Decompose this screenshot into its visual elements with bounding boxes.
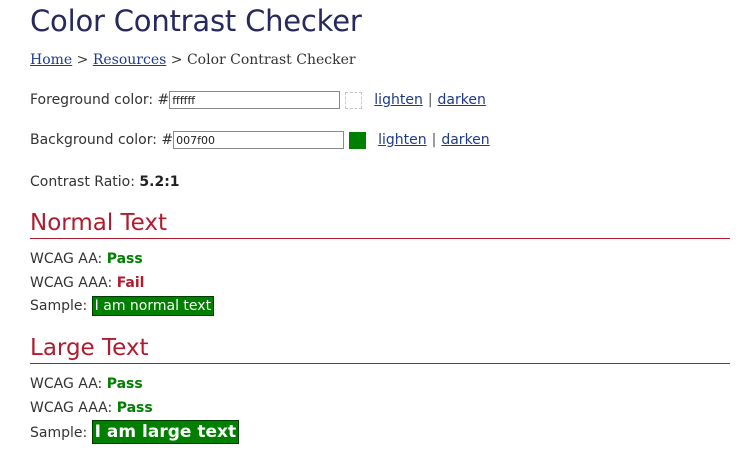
contrast-ratio: Contrast Ratio: 5.2:1 [30, 174, 180, 190]
large-wcag-aa-result: Pass [106, 376, 143, 392]
large-text-heading: Large Text [30, 335, 730, 364]
contrast-ratio-label: Contrast Ratio: [30, 174, 140, 190]
breadcrumb-separator: > [72, 52, 93, 68]
breadcrumb-resources-link[interactable]: Resources [93, 52, 166, 68]
normal-wcag-aa-row: WCAG AA: Pass [30, 251, 143, 267]
background-color-input[interactable] [173, 131, 345, 149]
large-wcag-aa-label: WCAG AA: [30, 376, 107, 392]
normal-sample-label: Sample: [30, 298, 92, 314]
normal-text-heading: Normal Text [30, 210, 730, 239]
breadcrumb-separator: > [166, 52, 187, 68]
background-darken-link[interactable]: darken [441, 132, 489, 148]
normal-wcag-aa-label: WCAG AA: [30, 251, 107, 267]
foreground-color-label: Foreground color: # [30, 92, 170, 108]
background-color-row: Background color: # lighten | darken [30, 131, 490, 149]
normal-sample-row: Sample: I am normal text [30, 296, 215, 316]
breadcrumb: Home > Resources > Color Contrast Checke… [30, 52, 356, 68]
large-text-sample: I am large text [91, 420, 240, 444]
large-wcag-aaa-result: Pass [116, 400, 153, 416]
large-wcag-aa-row: WCAG AA: Pass [30, 376, 143, 392]
normal-wcag-aa-result: Pass [106, 251, 143, 267]
foreground-lighten-link[interactable]: lighten [374, 92, 423, 108]
link-separator: | [431, 132, 437, 148]
foreground-color-input[interactable] [169, 91, 341, 109]
large-sample-row: Sample: I am large text [30, 420, 240, 444]
contrast-ratio-value: 5.2:1 [139, 174, 180, 190]
large-wcag-aaa-label: WCAG AAA: [30, 400, 117, 416]
normal-wcag-aaa-row: WCAG AAA: Fail [30, 275, 144, 291]
normal-text-sample: I am normal text [91, 296, 215, 316]
foreground-darken-link[interactable]: darken [438, 92, 486, 108]
background-color-label: Background color: # [30, 132, 174, 148]
large-sample-label: Sample: [30, 425, 92, 441]
background-lighten-link[interactable]: lighten [378, 132, 427, 148]
foreground-color-row: Foreground color: # lighten | darken [30, 91, 486, 109]
normal-wcag-aaa-result: Fail [116, 275, 145, 291]
normal-wcag-aaa-label: WCAG AAA: [30, 275, 117, 291]
breadcrumb-current: Color Contrast Checker [186, 52, 356, 68]
link-separator: | [427, 92, 433, 108]
background-color-swatch [349, 131, 367, 149]
foreground-color-swatch [345, 91, 363, 109]
breadcrumb-home-link[interactable]: Home [30, 52, 72, 68]
large-wcag-aaa-row: WCAG AAA: Pass [30, 400, 153, 416]
page-title: Color Contrast Checker [30, 4, 362, 38]
